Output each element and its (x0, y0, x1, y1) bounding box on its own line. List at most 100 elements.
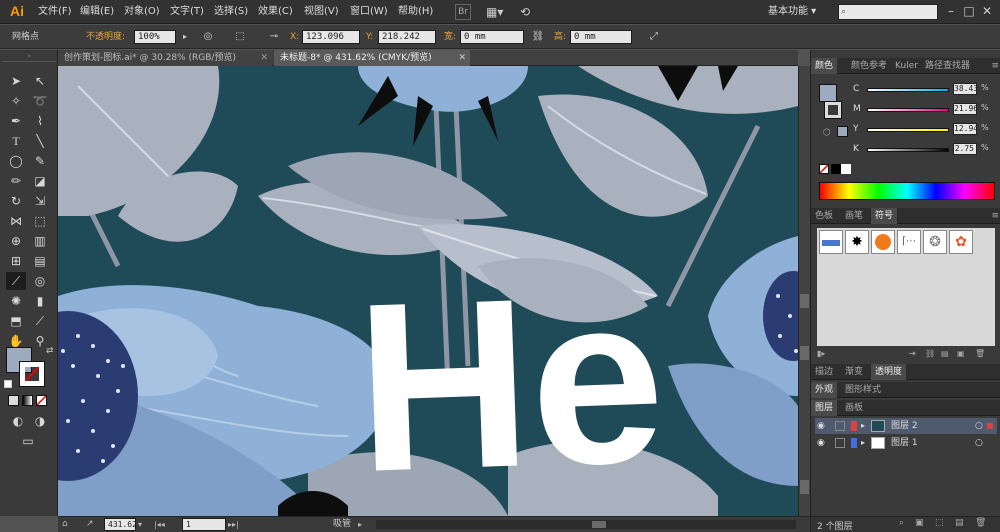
draw-mode-icon[interactable]: ◐ (8, 412, 28, 430)
tab-color[interactable]: 颜色 (811, 58, 838, 74)
slice-tool-icon[interactable]: ⟋ (30, 312, 50, 330)
menu-window[interactable]: 窗口(W) (350, 0, 388, 24)
artboard-canvas[interactable]: He (58, 66, 798, 516)
color-spectrum[interactable] (819, 182, 995, 200)
layer-name[interactable]: 图层 1 (891, 435, 918, 451)
bridge-icon[interactable]: Br (455, 4, 471, 20)
none-mode-icon[interactable] (36, 395, 47, 406)
symbol-flower[interactable]: ✿ (949, 230, 973, 254)
status-menu-icon[interactable]: ⌂ (62, 518, 76, 531)
place-symbol-icon[interactable]: ⇥ (909, 348, 916, 360)
new-layer-icon[interactable]: ▤ (955, 518, 964, 528)
scroll-thumb[interactable] (800, 294, 809, 308)
yellow-value[interactable]: 12.94 (953, 123, 978, 135)
direct-selection-tool-icon[interactable]: ↖ (30, 72, 50, 90)
perspective-grid-tool-icon[interactable]: ▥ (30, 232, 50, 250)
target-icon[interactable]: ○ (975, 418, 983, 434)
symbol-orange-button[interactable] (871, 230, 895, 254)
menu-help[interactable]: 帮助(H) (398, 0, 433, 24)
tab-symbols[interactable]: 符号 (871, 208, 898, 224)
workspace-switcher[interactable]: 基本功能 ▾ (768, 4, 830, 20)
magenta-slider[interactable] (867, 108, 949, 112)
draw-behind-icon[interactable]: ◑ (30, 412, 50, 430)
magenta-value[interactable]: 21.96 (953, 103, 978, 115)
menu-edit[interactable]: 编辑(E) (80, 0, 114, 24)
shape-builder-tool-icon[interactable]: ⊕ (6, 232, 26, 250)
tab-pathfinder[interactable]: 路径查找器 (921, 58, 974, 74)
headline-text[interactable]: He (352, 243, 668, 516)
expand-arrow-icon[interactable]: ▸ (861, 418, 865, 434)
layer-name[interactable]: 图层 2 (891, 418, 918, 434)
symbol-wreath[interactable]: ❂ (923, 230, 947, 254)
layer-row[interactable]: ◉ ▸ 图层 2 ○ (815, 418, 997, 434)
pencil-tool-icon[interactable]: ✏ (6, 172, 26, 190)
tab-close-icon[interactable]: ✕ (458, 50, 466, 66)
zoom-field[interactable]: 431.62 (104, 518, 136, 531)
visibility-eye-icon[interactable]: ◉ (817, 435, 825, 451)
expand-arrow-icon[interactable]: ▸ (861, 435, 865, 451)
gradient-tool-icon[interactable]: ▤ (30, 252, 50, 270)
gamut-swatch[interactable] (837, 126, 848, 137)
transform-icon[interactable]: ⬚ (232, 30, 248, 44)
black-value[interactable]: 2.75 (953, 143, 977, 155)
selection-tool-icon[interactable]: ➤ (6, 72, 26, 90)
tab-document-1[interactable]: 创作策划-图标.ai* @ 30.28% (RGB/预览) ✕ (58, 50, 272, 66)
curvature-tool-icon[interactable]: ⌇ (30, 112, 50, 130)
none-color-icon[interactable] (819, 164, 829, 174)
lock-toggle[interactable] (835, 438, 845, 448)
new-symbol-icon[interactable]: ▣ (957, 348, 965, 360)
symbol-libraries-icon[interactable]: ▮▸ (817, 349, 825, 358)
menu-view[interactable]: 视图(V) (304, 0, 339, 24)
menu-object[interactable]: 对象(O) (124, 0, 160, 24)
height-field[interactable]: 0 mm (570, 30, 632, 44)
artboard-number-field[interactable]: 1 (182, 518, 226, 531)
menu-file[interactable]: 文件(F) (38, 0, 72, 24)
search-input[interactable]: ⌕ (838, 4, 938, 20)
color-mode-icon[interactable] (8, 395, 19, 406)
tab-stroke[interactable]: 描边 (811, 364, 837, 380)
line-tool-icon[interactable]: ╲ (30, 132, 50, 150)
share-icon[interactable]: ↗ (86, 518, 100, 531)
minimize-icon[interactable]: – (942, 2, 960, 20)
cyan-slider[interactable] (867, 88, 949, 92)
tab-layers[interactable]: 图层 (811, 400, 838, 416)
stroke-color-swatch[interactable] (19, 361, 45, 387)
scroll-thumb[interactable] (800, 480, 809, 494)
tab-artboards[interactable]: 画板 (841, 400, 867, 416)
first-artboard-icon[interactable]: |◂◂ (154, 518, 176, 531)
gradient-mode-icon[interactable] (22, 395, 33, 406)
next-artboard-icon[interactable]: ▸▸| (228, 518, 252, 531)
recolor-icon[interactable]: ◎ (200, 30, 216, 44)
width-tool-icon[interactable]: ⋈ (6, 212, 26, 230)
panel-menu-icon[interactable]: ≡ (991, 208, 999, 224)
anchor-point-icon[interactable]: ⊸ (266, 30, 282, 44)
status-dropdown-icon[interactable]: ▸ (358, 518, 368, 531)
tab-brushes[interactable]: 画笔 (841, 208, 867, 224)
eyedropper-tool-icon[interactable]: ⟋ (6, 272, 26, 290)
x-field[interactable]: 123.096 (302, 30, 360, 44)
menu-select[interactable]: 选择(S) (214, 0, 248, 24)
cyan-value[interactable]: 38.43 (953, 83, 978, 95)
out-of-gamut-icon[interactable]: ⬡ (823, 128, 833, 138)
horizontal-scrollbar[interactable] (376, 520, 796, 529)
link-proportions-icon[interactable]: ⛓ (530, 30, 546, 44)
lock-toggle[interactable] (835, 421, 845, 431)
column-graph-tool-icon[interactable]: ▮ (30, 292, 50, 310)
delete-layer-icon[interactable]: 🗑 (975, 518, 986, 528)
paintbrush-tool-icon[interactable]: ✎ (30, 152, 50, 170)
black-swatch[interactable] (831, 164, 841, 174)
panel-menu-icon[interactable]: ≡ (991, 58, 999, 74)
symbol-sprayer-tool-icon[interactable]: ✺ (6, 292, 26, 310)
gpu-performance-icon[interactable]: ⟲ (520, 4, 538, 20)
swap-fill-stroke-icon[interactable]: ⇄ (46, 346, 54, 356)
maximize-icon[interactable]: □ (960, 2, 978, 20)
opacity-dropdown-icon[interactable]: ▸ (177, 30, 193, 44)
target-icon[interactable]: ○ (975, 435, 983, 451)
symbol-blue-bar[interactable] (819, 230, 843, 254)
locate-object-icon[interactable]: ⌕ (899, 518, 904, 528)
tab-swatches[interactable]: 色板 (811, 208, 837, 224)
scale-tool-icon[interactable]: ⇲ (30, 192, 50, 210)
clipping-mask-icon[interactable]: ▣ (915, 518, 924, 528)
vertical-scrollbar[interactable] (798, 66, 810, 516)
mesh-tool-icon[interactable]: ⊞ (6, 252, 26, 270)
